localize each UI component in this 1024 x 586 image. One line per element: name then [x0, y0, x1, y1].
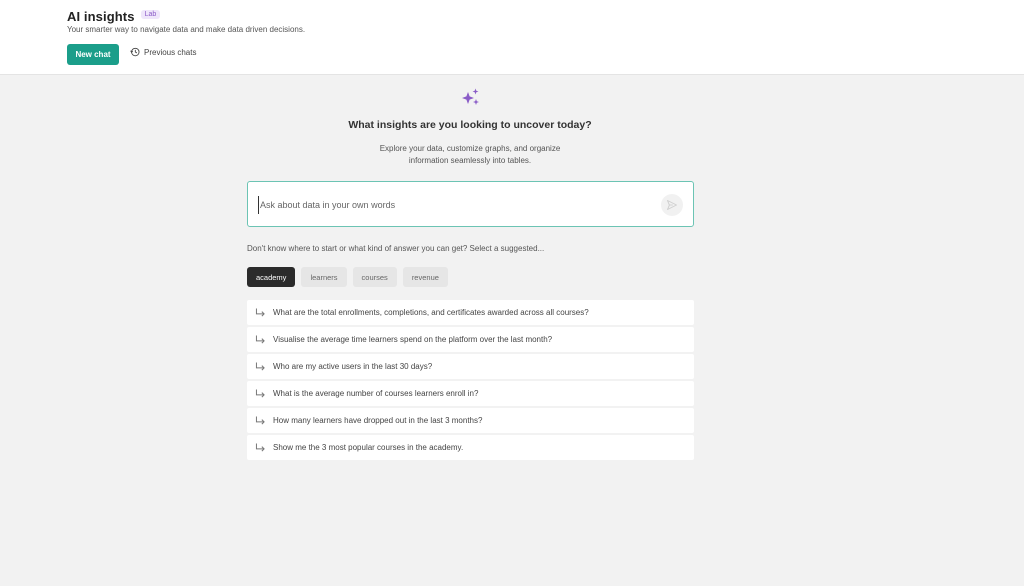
app-subtitle: Your smarter way to navigate data and ma…	[67, 25, 306, 34]
history-icon	[130, 47, 140, 57]
chip-learners[interactable]: learners	[301, 267, 347, 287]
send-button[interactable]	[661, 194, 683, 216]
sparkles-icon	[462, 88, 479, 105]
hero-description: Explore your data, customize graphs, and…	[0, 143, 940, 167]
chip-courses[interactable]: courses	[352, 267, 397, 287]
suggestion-text: Show me the 3 most popular courses in th…	[273, 443, 464, 452]
suggestion-text: Who are my active users in the last 30 d…	[273, 362, 433, 371]
hero-description-line-1: Explore your data, customize graphs, and…	[379, 144, 561, 153]
previous-chats-label: Previous chats	[144, 47, 197, 57]
category-chips: academy learners courses revenue	[247, 267, 448, 287]
suggestion-text: What is the average number of courses le…	[273, 389, 479, 398]
reply-arrow-icon	[255, 308, 267, 317]
suggestion-item[interactable]: How many learners have dropped out in th…	[247, 408, 694, 433]
app-title: AI insights	[67, 9, 135, 24]
reply-arrow-icon	[255, 335, 267, 344]
suggestion-hint: Don't know where to start or what kind o…	[247, 244, 545, 253]
suggestion-item[interactable]: What are the total enrollments, completi…	[247, 300, 694, 325]
reply-arrow-icon	[255, 416, 267, 425]
chip-academy[interactable]: academy	[247, 267, 296, 287]
suggestion-item[interactable]: Visualise the average time learners spen…	[247, 327, 694, 352]
suggestion-list: What are the total enrollments, completi…	[247, 300, 694, 462]
lab-badge: Lab	[140, 10, 161, 19]
suggestion-item[interactable]: Who are my active users in the last 30 d…	[247, 354, 694, 379]
ask-input[interactable]	[258, 196, 648, 214]
new-chat-button[interactable]: New chat	[67, 44, 119, 65]
hero-description-line-2: information seamlessly into tables.	[408, 156, 532, 165]
reply-arrow-icon	[255, 443, 267, 452]
suggestion-text: What are the total enrollments, completi…	[273, 308, 589, 317]
previous-chats-button[interactable]: Previous chats	[130, 47, 196, 57]
reply-arrow-icon	[255, 389, 267, 398]
chip-revenue[interactable]: revenue	[402, 267, 448, 287]
title-row: AI insights Lab	[67, 9, 161, 24]
suggestion-item[interactable]: What is the average number of courses le…	[247, 381, 694, 406]
hero-title: What insights are you looking to uncover…	[348, 119, 592, 131]
main-content: What insights are you looking to uncover…	[0, 76, 1024, 586]
suggestion-item[interactable]: Show me the 3 most popular courses in th…	[247, 435, 694, 460]
send-icon	[667, 200, 677, 210]
suggestion-text: Visualise the average time learners spen…	[273, 335, 553, 344]
page-header: AI insights Lab Your smarter way to navi…	[0, 0, 1024, 75]
reply-arrow-icon	[255, 362, 267, 371]
ask-box	[247, 181, 694, 227]
suggestion-text: How many learners have dropped out in th…	[273, 416, 483, 425]
